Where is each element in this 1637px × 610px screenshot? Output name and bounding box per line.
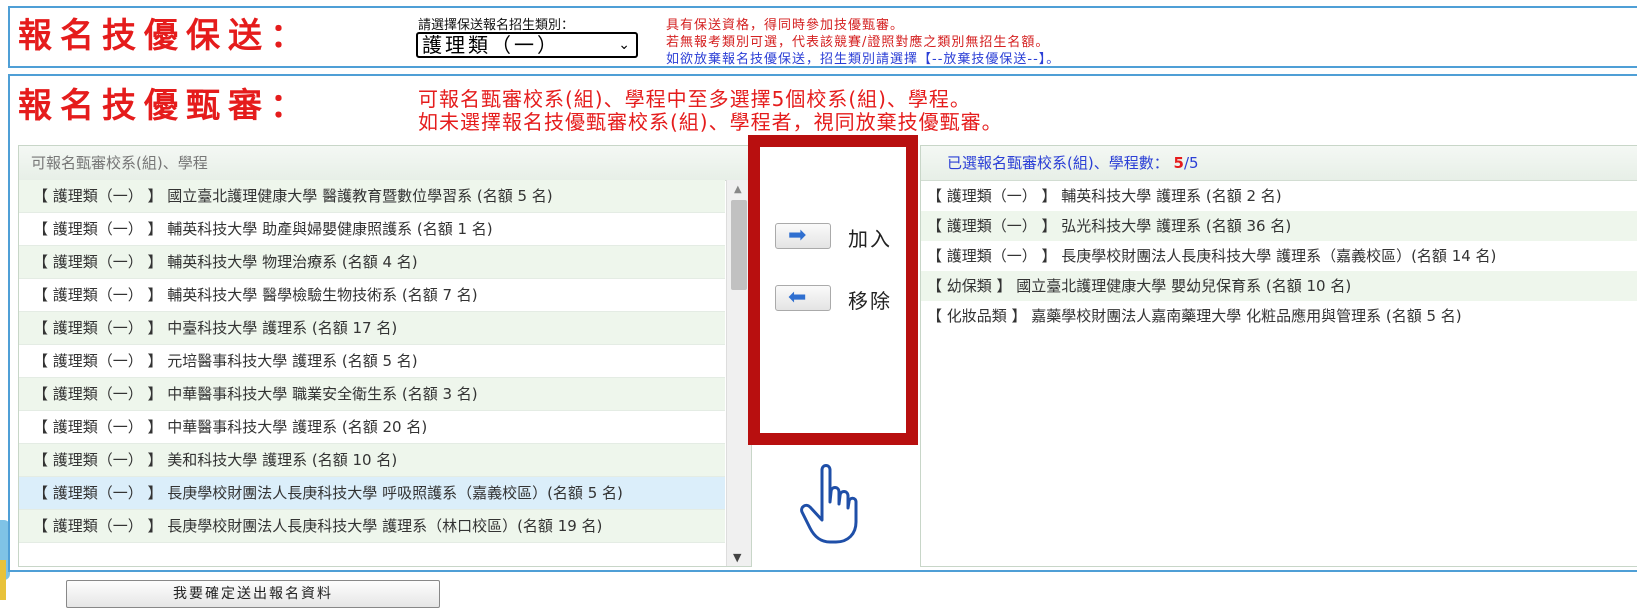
list-item[interactable]: 【 護理類（一） 】 輔英科技大學 醫學檢驗生物技術系 (名額 7 名) xyxy=(19,279,725,312)
proxy-note-3: 如欲放棄報名技優保送，招生類別請選擇【--放棄技優保送--】。 xyxy=(666,52,1061,67)
list-item[interactable]: 【 護理類（一） 】 元培醫事科技大學 護理系 (名額 5 名) xyxy=(19,345,725,378)
list-item[interactable]: 【 化妝品類 】 嘉藥學校財團法人嘉南藥理大學 化粧品應用與管理系 (名額 5 … xyxy=(921,301,1637,331)
add-button[interactable]: ➡ xyxy=(775,223,831,249)
available-list-header: 可報名甄審校系(組)、學程 xyxy=(19,146,751,181)
proxy-section-title: 報名技優保送： xyxy=(18,16,312,56)
list-item[interactable]: 【 護理類（一） 】 美和科技大學 護理系 (名額 10 名) xyxy=(19,444,725,477)
selected-list-header-label: 已選報名甄審校系(組)、學程數： xyxy=(947,154,1169,172)
category-label: 請選擇保送報名招生類別： xyxy=(418,18,575,33)
list-item[interactable]: 【 護理類（一） 】 輔英科技大學 物理治療系 (名額 4 名) xyxy=(19,246,725,279)
available-list[interactable]: 【 護理類（一） 】 國立臺北護理健康大學 醫護教育暨數位學習系 (名額 5 名… xyxy=(19,180,725,566)
category-select-value: 護理類（一） xyxy=(422,33,560,57)
review-section-title: 報名技優甄審： xyxy=(18,86,312,126)
list-item[interactable]: 【 護理類（一） 】 中華醫事科技大學 職業安全衛生系 (名額 3 名) xyxy=(19,378,725,411)
submit-button[interactable]: 我要確定送出報名資料 xyxy=(66,580,440,608)
decorative-bar-accent xyxy=(0,560,6,600)
list-item[interactable]: 【 護理類（一） 】 長庚學校財團法人長庚科技大學 護理系（林口校區）(名額 1… xyxy=(19,510,725,543)
arrow-right-icon: ➡ xyxy=(788,223,807,248)
arrow-left-icon: ⬅ xyxy=(788,285,807,310)
move-buttons-highlight: ➡ 加入 ⬅ 移除 xyxy=(748,135,918,445)
category-select[interactable]: 護理類（一） ⌄ xyxy=(416,32,638,58)
scroll-down-icon[interactable]: ▼ xyxy=(733,551,741,564)
selected-list[interactable]: 【 護理類（一） 】 輔英科技大學 護理系 (名額 2 名) 【 護理類（一） … xyxy=(921,181,1637,331)
list-item[interactable]: 【 護理類（一） 】 國立臺北護理健康大學 醫護教育暨數位學習系 (名額 5 名… xyxy=(19,180,725,213)
chevron-down-icon: ⌄ xyxy=(618,37,630,53)
selected-count: 5 xyxy=(1173,154,1184,172)
review-instruction-2: 如未選擇報名技優甄審校系(組)、學程者，視同放棄技優甄審。 xyxy=(418,110,1003,134)
list-item[interactable]: 【 護理類（一） 】 輔英科技大學 助產與婦嬰健康照護系 (名額 1 名) xyxy=(19,213,725,246)
hand-pointer-icon xyxy=(800,464,858,544)
add-button-label[interactable]: 加入 xyxy=(848,223,892,252)
list-item[interactable]: 【 護理類（一） 】 弘光科技大學 護理系 (名額 36 名) xyxy=(921,211,1637,241)
remove-button-label[interactable]: 移除 xyxy=(848,285,892,314)
selected-list-panel: 已選報名甄審校系(組)、學程數： 5/5 【 護理類（一） 】 輔英科技大學 護… xyxy=(920,145,1637,567)
list-item[interactable]: 【 護理類（一） 】 中華醫事科技大學 護理系 (名額 20 名) xyxy=(19,411,725,444)
selected-list-header: 已選報名甄審校系(組)、學程數： 5/5 xyxy=(921,146,1637,181)
list-item[interactable]: 【 護理類（一） 】 長庚學校財團法人長庚科技大學 護理系（嘉義校區）(名額 1… xyxy=(921,241,1637,271)
selected-max: /5 xyxy=(1183,154,1199,172)
available-list-panel: 可報名甄審校系(組)、學程 【 護理類（一） 】 國立臺北護理健康大學 醫護教育… xyxy=(18,145,752,567)
list-item[interactable]: 【 幼保類 】 國立臺北護理健康大學 嬰幼兒保育系 (名額 10 名) xyxy=(921,271,1637,301)
list-item-selected[interactable]: 【 護理類（一） 】 長庚學校財團法人長庚科技大學 呼吸照護系（嘉義校區）(名額… xyxy=(19,477,725,510)
list-item[interactable]: 【 護理類（一） 】 中臺科技大學 護理系 (名額 17 名) xyxy=(19,312,725,345)
remove-button[interactable]: ⬅ xyxy=(775,285,831,311)
list-item[interactable]: 【 護理類（一） 】 輔英科技大學 護理系 (名額 2 名) xyxy=(921,181,1637,211)
scroll-up-icon[interactable]: ▲ xyxy=(734,184,742,195)
scrollbar-thumb[interactable] xyxy=(731,200,747,290)
